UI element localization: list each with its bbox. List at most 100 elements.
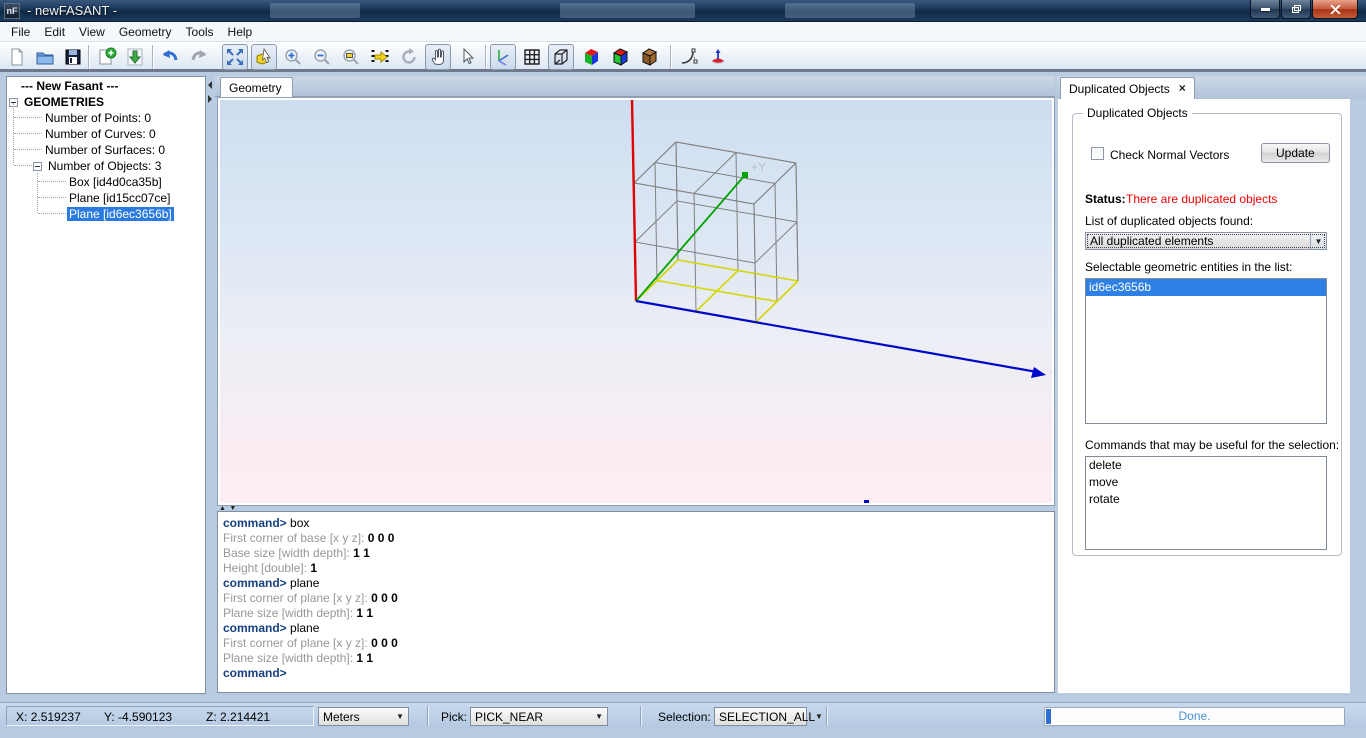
z-coordinate: Z: 2.214421 [206,710,270,724]
tab-close-icon[interactable]: × [1179,82,1186,99]
zoom-out-button[interactable] [309,44,335,70]
duplicated-elements-dropdown[interactable]: All duplicated elements ▼ [1085,232,1327,250]
zoom-in-icon [283,47,303,67]
splitter-expand-icon[interactable] [208,95,212,103]
duplicated-plane [657,281,777,302]
status-label: Status: [1085,192,1126,206]
open-folder-icon [35,47,55,67]
axes-view-button[interactable] [490,44,516,70]
list-item[interactable]: rotate [1086,491,1326,508]
tab-duplicated-objects[interactable]: Duplicated Objects × [1060,77,1195,99]
menu-help[interactable]: Help [221,23,260,41]
y-axis [636,175,745,301]
statusbar-separator [640,706,641,726]
pick-value: PICK_NEAR [475,710,543,724]
units-dropdown[interactable]: Meters▼ [318,707,409,726]
viewport-canvas[interactable]: +Y+ [220,100,1052,503]
flat-cube-icon [581,47,601,67]
duplicated-list-label: List of duplicated objects found: [1085,214,1253,228]
pick-selection-button[interactable] [251,44,277,70]
command-console[interactable]: command> boxFirst corner of base [x y z]… [217,511,1055,693]
list-item[interactable]: id6ec3656b [1086,279,1326,296]
fit-screen-button[interactable] [222,44,248,70]
duplicated-objects-group: Duplicated Objects Check Normal Vectors … [1072,113,1342,556]
menu-geometry[interactable]: Geometry [112,23,179,41]
selection-point-marker [864,500,869,503]
center-selection-button[interactable] [367,44,393,70]
tree-item[interactable]: --- New Fasant --- [7,78,205,94]
pick-label: Pick: [441,710,467,724]
selection-dropdown[interactable]: SELECTION_ALL▼ [714,707,807,726]
toolbar-separator [152,45,153,69]
toolbar-separator [670,45,671,69]
textured-cube-icon [639,47,659,67]
zoom-in-button[interactable] [280,44,306,70]
tree-item[interactable]: Number of Points: 0 [7,110,205,126]
pick-icon [254,47,274,67]
selection-value: SELECTION_ALL [719,710,815,724]
chevron-down-icon: ▼ [396,712,404,721]
tab-geometry[interactable]: Geometry [220,77,293,97]
pick-dropdown[interactable]: PICK_NEAR▼ [470,707,608,726]
save-button[interactable] [60,44,86,70]
smooth-shaded-view-button[interactable] [607,44,633,70]
flat-shaded-view-button[interactable] [578,44,604,70]
title-bar: nF - newFASANT - [0,0,1366,22]
console-command-line: command> [223,666,1049,681]
import-geometry-button[interactable] [122,44,148,70]
list-item[interactable]: delete [1086,457,1326,474]
chevron-down-icon[interactable]: ▼ [1310,233,1326,249]
rotate-view-button[interactable] [396,44,422,70]
tree-item-label: Number of Points: 0 [43,111,153,125]
commands-list[interactable]: deletemoverotate [1085,456,1327,550]
console-io-line: First corner of plane [x y z]: 0 0 0 [223,636,1049,651]
center-tab-strip: Geometry [215,76,1055,97]
entities-list[interactable]: id6ec3656b [1085,278,1327,424]
tree-guide-line [14,117,42,118]
tree-item[interactable]: Number of Surfaces: 0 [7,142,205,158]
console-command-line: command> plane [223,621,1049,636]
menu-edit[interactable]: Edit [37,23,72,41]
progress-bar: Done. [1044,707,1345,726]
grid-view-button[interactable] [519,44,545,70]
curvature-tool-button[interactable] [676,44,702,70]
tree-item[interactable]: GEOMETRIES [7,94,205,110]
entities-label: Selectable geometric entities in the lis… [1085,260,1292,274]
menu-view[interactable]: View [72,23,112,41]
left-panel-splitter[interactable] [207,76,214,694]
z-axis [632,100,636,301]
select-cursor-button[interactable] [454,44,480,70]
zoom-window-button[interactable] [338,44,364,70]
tree-item-label: Number of Objects: 3 [46,159,163,173]
tree-expander-icon[interactable] [33,162,42,171]
redo-button[interactable] [186,44,212,70]
splitter-collapse-icon[interactable] [208,81,212,89]
status-bar: X: 2.519237 Y: -4.590123 Z: 2.214421 Met… [0,702,1366,728]
open-button[interactable] [32,44,58,70]
window-title: - newFASANT - [27,3,117,18]
add-geometry-button[interactable] [94,44,120,70]
minimize-button[interactable] [1250,0,1280,19]
update-button[interactable]: Update [1261,143,1330,163]
console-io-line: First corner of plane [x y z]: 0 0 0 [223,591,1049,606]
pan-button[interactable] [425,44,451,70]
toolbar-separator [88,45,89,69]
new-file-button[interactable] [4,44,30,70]
restore-button[interactable] [1281,0,1311,19]
textured-view-button[interactable] [636,44,662,70]
selection-label: Selection: [658,710,711,724]
check-normal-vectors-checkbox[interactable] [1091,147,1104,160]
undo-button[interactable] [157,44,183,70]
zoom-window-icon [341,47,361,67]
normal-vectors-tool-button[interactable] [705,44,731,70]
wireframe-view-button[interactable] [548,44,574,70]
menu-file[interactable]: File [4,23,37,41]
tree-item[interactable]: Number of Curves: 0 [7,126,205,142]
list-item[interactable]: move [1086,474,1326,491]
close-button[interactable] [1312,0,1358,19]
wireframe-cube-icon [551,47,571,67]
tree-item[interactable]: Number of Objects: 3 [7,158,205,174]
menu-tools[interactable]: Tools [179,23,221,41]
viewport-3d[interactable]: +Y+ [217,97,1055,506]
tree-item-label: Box [id4d0ca35b] [67,175,164,189]
